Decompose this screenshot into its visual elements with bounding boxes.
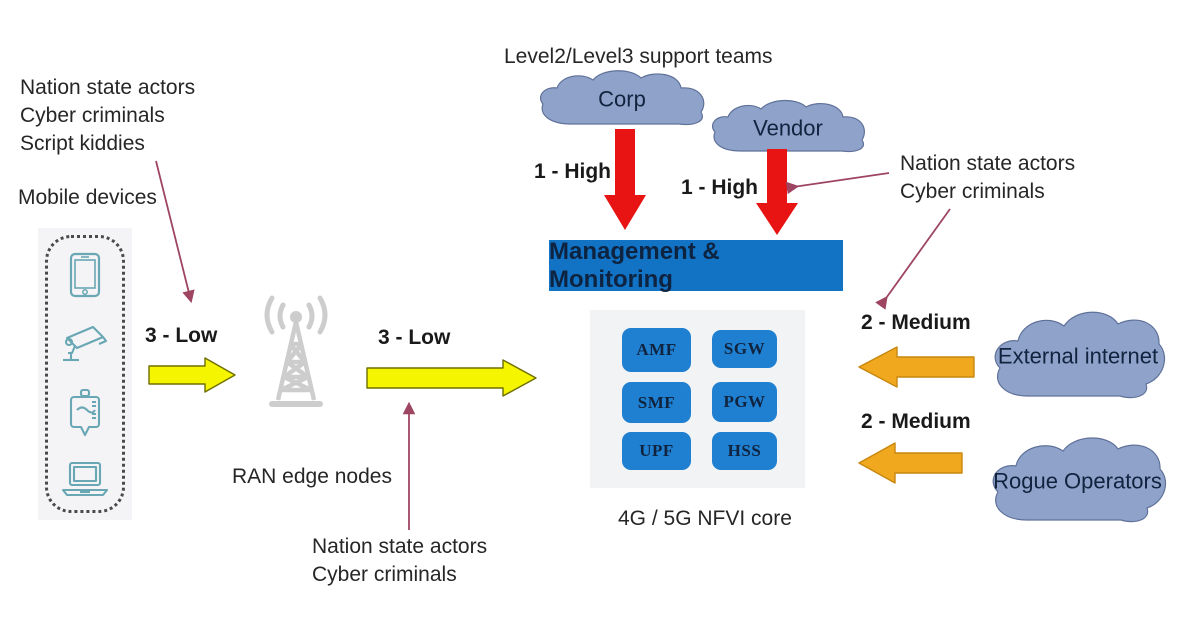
iv-drip-icon: [63, 388, 107, 445]
ran-edge-nodes-label: RAN edge nodes: [232, 465, 392, 488]
nfvi-core-caption: 4G / 5G NFVI core: [618, 507, 792, 530]
yellow-arrow-left: [148, 357, 236, 393]
orange-arrow-external-internet: [858, 346, 975, 388]
orange-arrow-rogue-operators: [858, 442, 963, 484]
yellow-arrow-right: [366, 359, 537, 397]
red-arrow-corp: [604, 129, 646, 230]
rogue-operators-cloud: Rogue Operators: [985, 436, 1170, 526]
nfvi-core-panel: AMF SMF UPF SGW PGW HSS: [590, 310, 805, 488]
risk-label-vendor: 1 - High: [681, 176, 758, 199]
security-camera-icon: [59, 320, 111, 371]
management-monitoring-box[interactable]: Management & Monitoring: [549, 238, 843, 293]
ran-tower-icon: [264, 295, 328, 407]
risk-label-core-ingress: 3 - Low: [378, 326, 451, 349]
tablet-icon: [63, 250, 107, 305]
mobile-devices-container: [38, 228, 132, 520]
nf-box-amf[interactable]: AMF: [622, 328, 691, 372]
nf-box-pgw[interactable]: PGW: [712, 382, 777, 422]
ran-threat-connector-arrow: [402, 401, 416, 530]
diagram-canvas: Nation state actors Cyber criminals Scri…: [0, 0, 1200, 630]
risk-label-rogue-operators: 2 - Medium: [861, 410, 971, 433]
mobile-devices-label: Mobile devices: [18, 186, 157, 209]
nf-box-upf[interactable]: UPF: [622, 432, 691, 470]
nf-box-smf[interactable]: SMF: [622, 382, 691, 423]
ran-threat-actors-label: Nation state actors Cyber criminals: [312, 535, 488, 586]
external-internet-cloud: External internet: [988, 310, 1168, 402]
corp-cloud: Corp: [533, 70, 711, 128]
laptop-icon: [59, 458, 111, 505]
risk-label-external-internet: 2 - Medium: [861, 311, 971, 334]
risk-label-corp: 1 - High: [534, 160, 611, 183]
nf-box-sgw[interactable]: SGW: [712, 330, 777, 368]
right-connector-arrow-to-internet: [875, 208, 951, 310]
left-threat-actors-label: Nation state actors Cyber criminals Scri…: [20, 76, 196, 155]
right-threat-actors-label: Nation state actors Cyber criminals: [900, 152, 1076, 203]
support-teams-label: Level2/Level3 support teams: [504, 45, 773, 68]
risk-label-ran-ingress: 3 - Low: [145, 324, 218, 347]
right-connector-arrow-to-vendor: [785, 172, 890, 195]
nf-box-hss[interactable]: HSS: [712, 432, 777, 470]
left-connector-arrow: [155, 160, 195, 304]
